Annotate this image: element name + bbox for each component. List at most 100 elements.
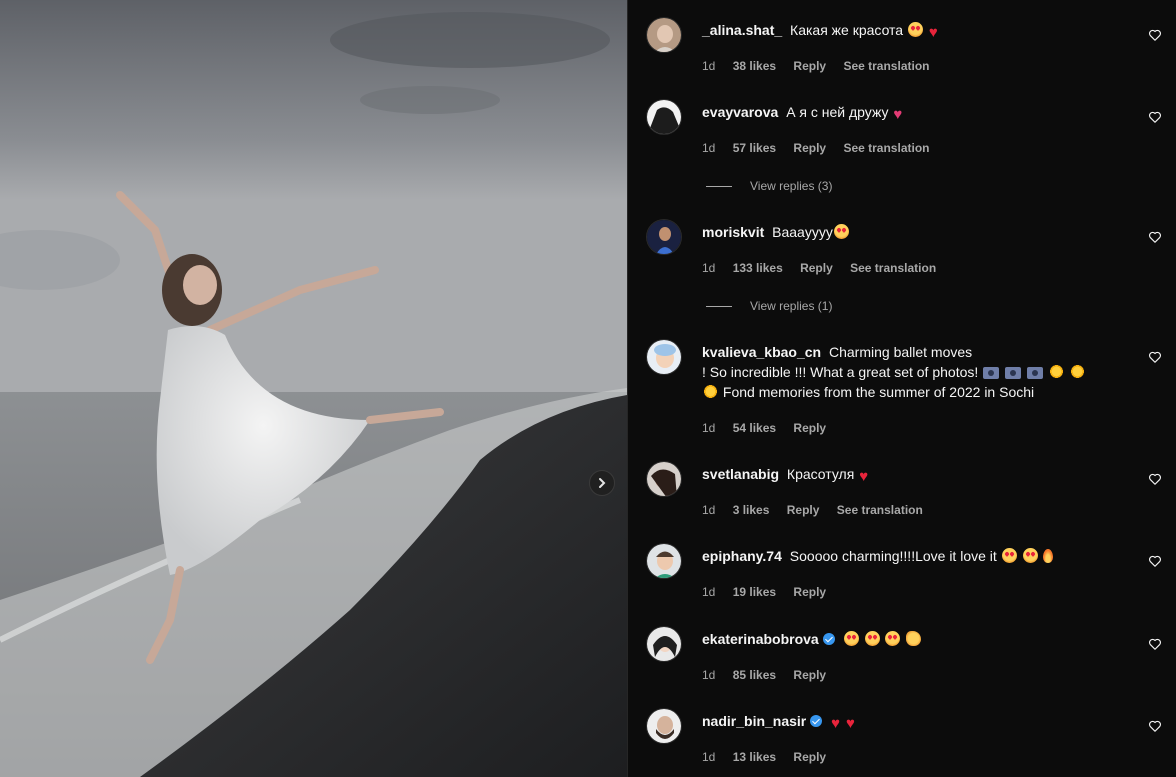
chevron-right-icon	[599, 478, 606, 488]
comment-time[interactable]: 1d	[702, 59, 715, 73]
sun-emoji-icon	[1048, 364, 1064, 379]
view-replies-label: View replies (1)	[750, 299, 833, 313]
avatar[interactable]	[646, 339, 682, 375]
comment-time[interactable]: 1d	[702, 261, 715, 275]
like-heart-icon[interactable]	[1148, 28, 1162, 42]
heart-eyes-emoji-icon	[907, 22, 923, 37]
comment-body: Какая же красота	[790, 22, 904, 38]
avatar[interactable]	[646, 219, 682, 255]
comment-username[interactable]: kvalieva_kbao_cn	[702, 344, 821, 360]
reply-button[interactable]: Reply	[793, 585, 826, 599]
comment-body: Baaayyyy	[772, 224, 833, 240]
comment-meta: 1d 85 likes Reply	[702, 667, 840, 683]
comment-time[interactable]: 1d	[702, 421, 715, 435]
like-heart-icon[interactable]	[1148, 472, 1162, 486]
like-heart-icon[interactable]	[1148, 350, 1162, 364]
next-photo-button[interactable]	[589, 470, 615, 496]
replies-divider-line	[706, 185, 732, 187]
comment-likes[interactable]: 85 likes	[733, 668, 776, 682]
sun-emoji-icon	[703, 384, 718, 399]
comment-body-line1: Charming ballet moves	[828, 344, 973, 360]
verified-badge-icon	[822, 633, 835, 645]
comment-body: А я с ней дружу	[786, 104, 889, 120]
comment-body: Sooooo charming!!!!Love it love it	[789, 548, 997, 564]
comment-text: ekaterinabobrova	[702, 629, 1122, 649]
comment-time[interactable]: 1d	[702, 585, 715, 599]
post-photo	[0, 0, 627, 777]
comment-username[interactable]: _alina.shat_	[702, 22, 782, 38]
reply-button[interactable]: Reply	[793, 668, 826, 682]
camera-emoji-icon	[1026, 367, 1043, 379]
avatar[interactable]	[646, 17, 682, 53]
see-translation-button[interactable]: See translation	[843, 59, 929, 73]
comment-username[interactable]: nadir_bin_nasir	[702, 713, 806, 729]
comment-likes[interactable]: 133 likes	[733, 261, 783, 275]
see-translation-button[interactable]: See translation	[843, 141, 929, 155]
avatar[interactable]	[646, 543, 682, 579]
comment-likes[interactable]: 13 likes	[733, 750, 776, 764]
red-heart-emoji-icon: ♥	[831, 715, 841, 732]
heart-eyes-emoji-icon	[833, 224, 849, 239]
like-heart-icon[interactable]	[1148, 110, 1162, 124]
clapping-hands-emoji-icon	[906, 631, 922, 646]
camera-emoji-icon	[1005, 367, 1022, 379]
reply-button[interactable]: Reply	[793, 421, 826, 435]
comment-text: nadir_bin_nasir ♥ ♥	[702, 711, 1122, 734]
comment-text: kvalieva_kbao_cn Charming ballet moves !…	[702, 342, 1122, 402]
view-replies-label: View replies (3)	[750, 179, 833, 193]
comment-body: Красотуля	[786, 466, 855, 482]
comment-meta: 1d 3 likes Reply See translation	[702, 502, 937, 518]
comment-body-line2: ! So incredible !!! What a great set of …	[702, 364, 979, 380]
comment-text: _alina.shat_ Какая же красота ♥	[702, 20, 1122, 43]
red-heart-emoji-icon: ♥	[928, 24, 938, 41]
view-replies-button[interactable]: View replies (3)	[706, 179, 832, 193]
comment-meta: 1d 13 likes Reply	[702, 749, 840, 765]
comment-username[interactable]: epiphany.74	[702, 548, 782, 564]
comment-username[interactable]: svetlanabig	[702, 466, 779, 482]
like-heart-icon[interactable]	[1148, 637, 1162, 651]
comment-meta: 1d 54 likes Reply	[702, 420, 840, 436]
see-translation-button[interactable]: See translation	[850, 261, 936, 275]
avatar[interactable]	[646, 626, 682, 662]
sun-emoji-icon	[1069, 364, 1085, 379]
comment-text: epiphany.74 Sooooo charming!!!!Love it l…	[702, 546, 1122, 566]
reply-button[interactable]: Reply	[787, 503, 820, 517]
comment-time[interactable]: 1d	[702, 503, 715, 517]
comment-likes[interactable]: 3 likes	[733, 503, 770, 517]
comment-text: moriskvit Baaayyyy	[702, 222, 1122, 242]
comment-username[interactable]: ekaterinabobrova	[702, 631, 819, 647]
reply-button[interactable]: Reply	[800, 261, 833, 275]
comment-likes[interactable]: 19 likes	[733, 585, 776, 599]
comment-time[interactable]: 1d	[702, 141, 715, 155]
comment-meta: 1d 57 likes Reply See translation	[702, 140, 943, 156]
comment-username[interactable]: evayvarova	[702, 104, 778, 120]
see-translation-button[interactable]: See translation	[837, 503, 923, 517]
like-heart-icon[interactable]	[1148, 554, 1162, 568]
comment-username[interactable]: moriskvit	[702, 224, 764, 240]
avatar[interactable]	[646, 461, 682, 497]
fire-emoji-icon	[1043, 549, 1054, 563]
comment-meta: 1d 19 likes Reply	[702, 584, 840, 600]
comments-panel: _alina.shat_ Какая же красота ♥ 1d 38 li…	[628, 0, 1176, 777]
view-replies-button[interactable]: View replies (1)	[706, 299, 832, 313]
heart-eyes-emoji-icon	[843, 631, 859, 646]
heart-eyes-emoji-icon	[864, 631, 880, 646]
comment-time[interactable]: 1d	[702, 668, 715, 682]
broken-heart-emoji-icon: ♥	[893, 106, 903, 123]
reply-button[interactable]: Reply	[793, 141, 826, 155]
avatar[interactable]	[646, 708, 682, 744]
comment-time[interactable]: 1d	[702, 750, 715, 764]
reply-button[interactable]: Reply	[793, 59, 826, 73]
like-heart-icon[interactable]	[1148, 230, 1162, 244]
avatar[interactable]	[646, 99, 682, 135]
comment-body-line3: Fond memories from the summer of 2022 in…	[722, 384, 1035, 400]
like-heart-icon[interactable]	[1148, 719, 1162, 733]
comment-likes[interactable]: 57 likes	[733, 141, 776, 155]
camera-emoji-icon	[983, 367, 1000, 379]
red-heart-emoji-icon: ♥	[859, 468, 869, 485]
comment-likes[interactable]: 38 likes	[733, 59, 776, 73]
reply-button[interactable]: Reply	[793, 750, 826, 764]
comment-text: evayvarova А я с ней дружу ♥	[702, 102, 1122, 125]
comment-likes[interactable]: 54 likes	[733, 421, 776, 435]
red-heart-emoji-icon: ♥	[845, 715, 855, 732]
